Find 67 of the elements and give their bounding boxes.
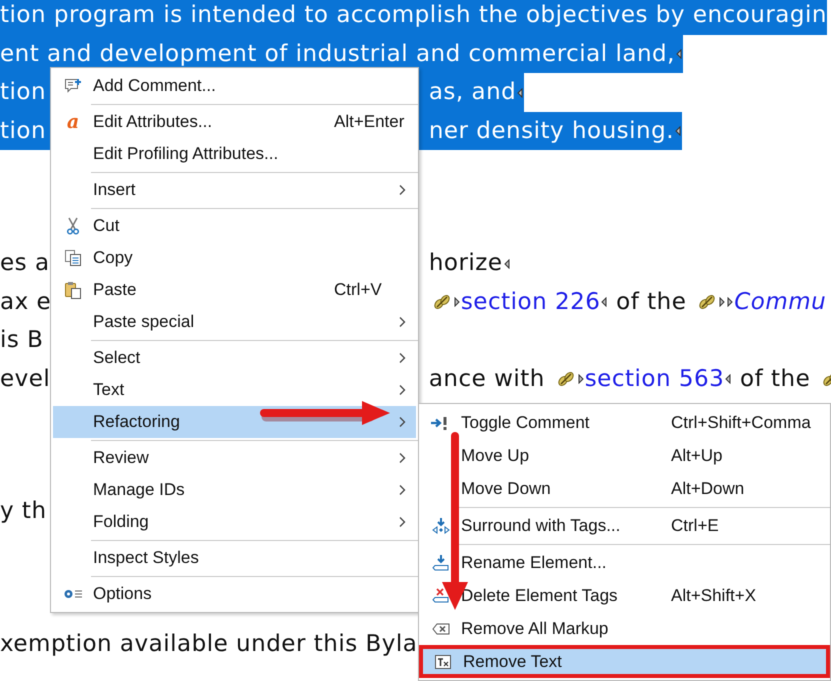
menu-item[interactable]: Paste Ctrl+V xyxy=(53,274,416,306)
copy-icon xyxy=(64,249,82,267)
tag-end-marker-icon xyxy=(676,49,682,60)
document-text: ner density housing. xyxy=(428,118,674,144)
title-link[interactable]: Commu xyxy=(734,288,826,314)
document-text: tion xyxy=(0,118,46,144)
menu-item[interactable]: Move Up Alt+Up xyxy=(421,439,828,472)
menu-item[interactable]: Manage IDs xyxy=(53,474,416,506)
delete-tags-icon xyxy=(432,588,450,604)
attributes-icon: a xyxy=(66,112,80,132)
menu-item[interactable]: Add Comment... xyxy=(53,70,416,102)
document-text: as, and xyxy=(428,79,516,105)
tag-start-marker-icon xyxy=(719,297,726,308)
menu-item[interactable]: Select xyxy=(53,342,416,374)
tag-end-marker-icon xyxy=(725,374,732,384)
document-text: of the xyxy=(615,288,688,314)
menu-item[interactable]: Rename Element... xyxy=(421,546,828,579)
rename-icon xyxy=(432,554,450,572)
menu-item[interactable]: Delete Element Tags Alt+Shift+X xyxy=(421,579,828,612)
document-text: tion xyxy=(0,79,46,105)
chain-link-icon xyxy=(698,294,716,310)
menu-item[interactable]: Remove Text xyxy=(419,645,830,678)
document-text: of the xyxy=(739,366,812,392)
menu-item[interactable]: a Edit Attributes... Alt+Enter xyxy=(53,106,416,138)
section-link[interactable]: section 226 xyxy=(460,288,600,314)
menu-item[interactable]: Text xyxy=(53,374,416,406)
document-text: ax e xyxy=(0,288,52,314)
document-text: evel xyxy=(0,366,50,392)
menu-item[interactable]: Review xyxy=(53,442,416,474)
document-text: is B xyxy=(0,327,44,353)
remove-markup-icon xyxy=(432,620,450,636)
document-text: horize xyxy=(428,250,503,276)
document-text: ent and development of industrial and commercial land, xyxy=(0,40,675,66)
menu-item[interactable]: Toggle Comment Ctrl+Shift+Comma xyxy=(421,406,828,439)
menu-item[interactable]: Refactoring xyxy=(53,406,416,438)
document-text: tion program is intended to accomplish the objectives by encouragin xyxy=(0,2,827,28)
menu-item[interactable]: Options xyxy=(53,578,416,610)
section-link[interactable]: section 563 xyxy=(584,366,724,392)
tag-start-marker-icon xyxy=(727,297,734,308)
menu-item[interactable]: Copy xyxy=(53,242,416,274)
menu-item[interactable]: Cut xyxy=(53,210,416,242)
document-text: y th xyxy=(0,498,47,524)
menu-item[interactable]: Surround with Tags... Ctrl+E xyxy=(421,509,828,542)
scissors-icon xyxy=(66,217,80,235)
menu-item[interactable]: Move Down Alt+Down xyxy=(421,472,828,505)
tag-end-marker-icon xyxy=(601,297,608,308)
surround-tags-icon xyxy=(432,516,450,534)
menu-item[interactable]: Paste special xyxy=(53,306,416,338)
tag-end-marker-icon xyxy=(504,258,510,269)
menu-item[interactable]: Insert xyxy=(53,174,416,206)
tag-start-marker-icon xyxy=(578,374,584,384)
menu-item[interactable]: Folding xyxy=(53,506,416,538)
menu-item[interactable]: Edit Profiling Attributes... xyxy=(53,138,416,170)
chain-link-icon xyxy=(556,371,575,388)
tag-end-marker-icon xyxy=(517,88,524,98)
settings-icon xyxy=(63,588,83,600)
paste-icon xyxy=(64,281,82,299)
document-text: ance with xyxy=(428,366,546,392)
tag-end-marker-icon xyxy=(675,126,682,136)
document-text: es a xyxy=(0,250,50,276)
tag-start-marker-icon xyxy=(454,297,460,308)
document-text: xemption available under this Byla xyxy=(0,630,418,656)
chain-link-icon xyxy=(432,294,451,310)
comment-icon xyxy=(64,78,82,94)
remove-text-icon xyxy=(434,654,452,670)
menu-item[interactable]: Remove All Markup xyxy=(421,612,828,645)
menu-item[interactable]: Inspect Styles xyxy=(53,542,416,574)
